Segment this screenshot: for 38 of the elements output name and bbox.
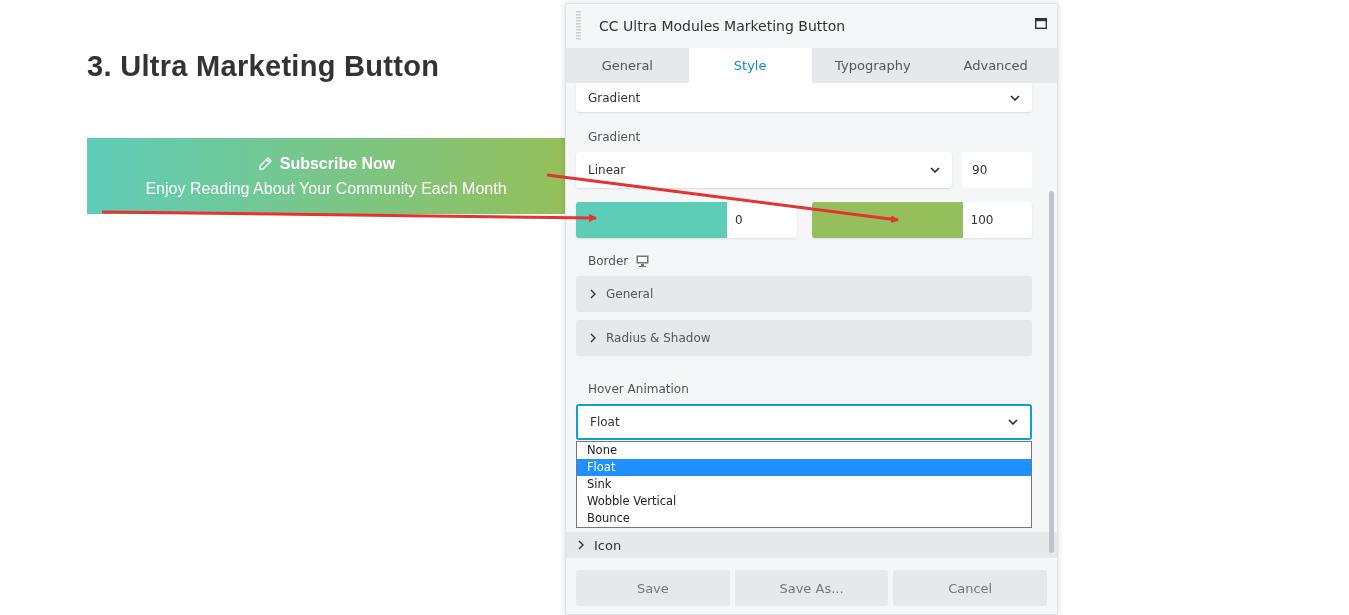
dropdown-option[interactable]: Sink (577, 476, 1031, 493)
gradient-type-select[interactable]: Linear (576, 152, 952, 188)
chevron-icon (590, 333, 596, 343)
monitor-icon[interactable] (636, 255, 650, 267)
accordion-header[interactable]: Radius & Shadow (576, 320, 1032, 356)
panel-title: CC Ultra Modules Marketing Button (599, 18, 846, 34)
chevron-down-icon (1008, 419, 1018, 425)
dropdown-option[interactable]: Wobble Vertical (577, 493, 1031, 510)
button-title: Subscribe Now (279, 154, 396, 173)
angle-input[interactable]: 90 (962, 152, 1032, 188)
footer-button[interactable]: Save As... (734, 570, 889, 606)
background-type-select[interactable]: Gradient (576, 83, 1032, 112)
chevron-icon (590, 289, 596, 299)
drag-handle-icon[interactable] (576, 11, 581, 41)
section-header[interactable]: Icon (566, 532, 1057, 558)
field-label: Hover Animation (587, 381, 690, 398)
button-subtitle: Enjoy Reading About Your Community Each Month (145, 179, 507, 198)
color-swatch[interactable] (811, 202, 963, 238)
tab[interactable]: Style (688, 48, 812, 83)
tab[interactable]: General (566, 48, 689, 83)
color-swatch[interactable] (576, 202, 727, 238)
tab[interactable]: Typography (811, 48, 935, 83)
accordion-header[interactable]: General (576, 276, 1032, 312)
dropdown-option[interactable]: Bounce (577, 510, 1031, 527)
dropdown-option[interactable]: None (577, 442, 1031, 459)
scrollbar[interactable] (1049, 191, 1054, 553)
maximize-icon[interactable] (1035, 18, 1047, 29)
field-label: Gradient (587, 129, 642, 146)
chevron-down-icon (930, 167, 940, 173)
footer-button[interactable]: Save (576, 570, 730, 606)
chevron-down-icon (1010, 94, 1020, 101)
footer-button[interactable]: Cancel (893, 570, 1047, 606)
chevron-icon (578, 540, 584, 550)
tab[interactable]: Advanced (934, 48, 1057, 83)
pencil-icon (256, 155, 273, 172)
field-label: Border (588, 254, 629, 268)
hover-animation-select[interactable]: Float (576, 404, 1032, 440)
page-heading: 3. Ultra Marketing Button (87, 50, 440, 83)
